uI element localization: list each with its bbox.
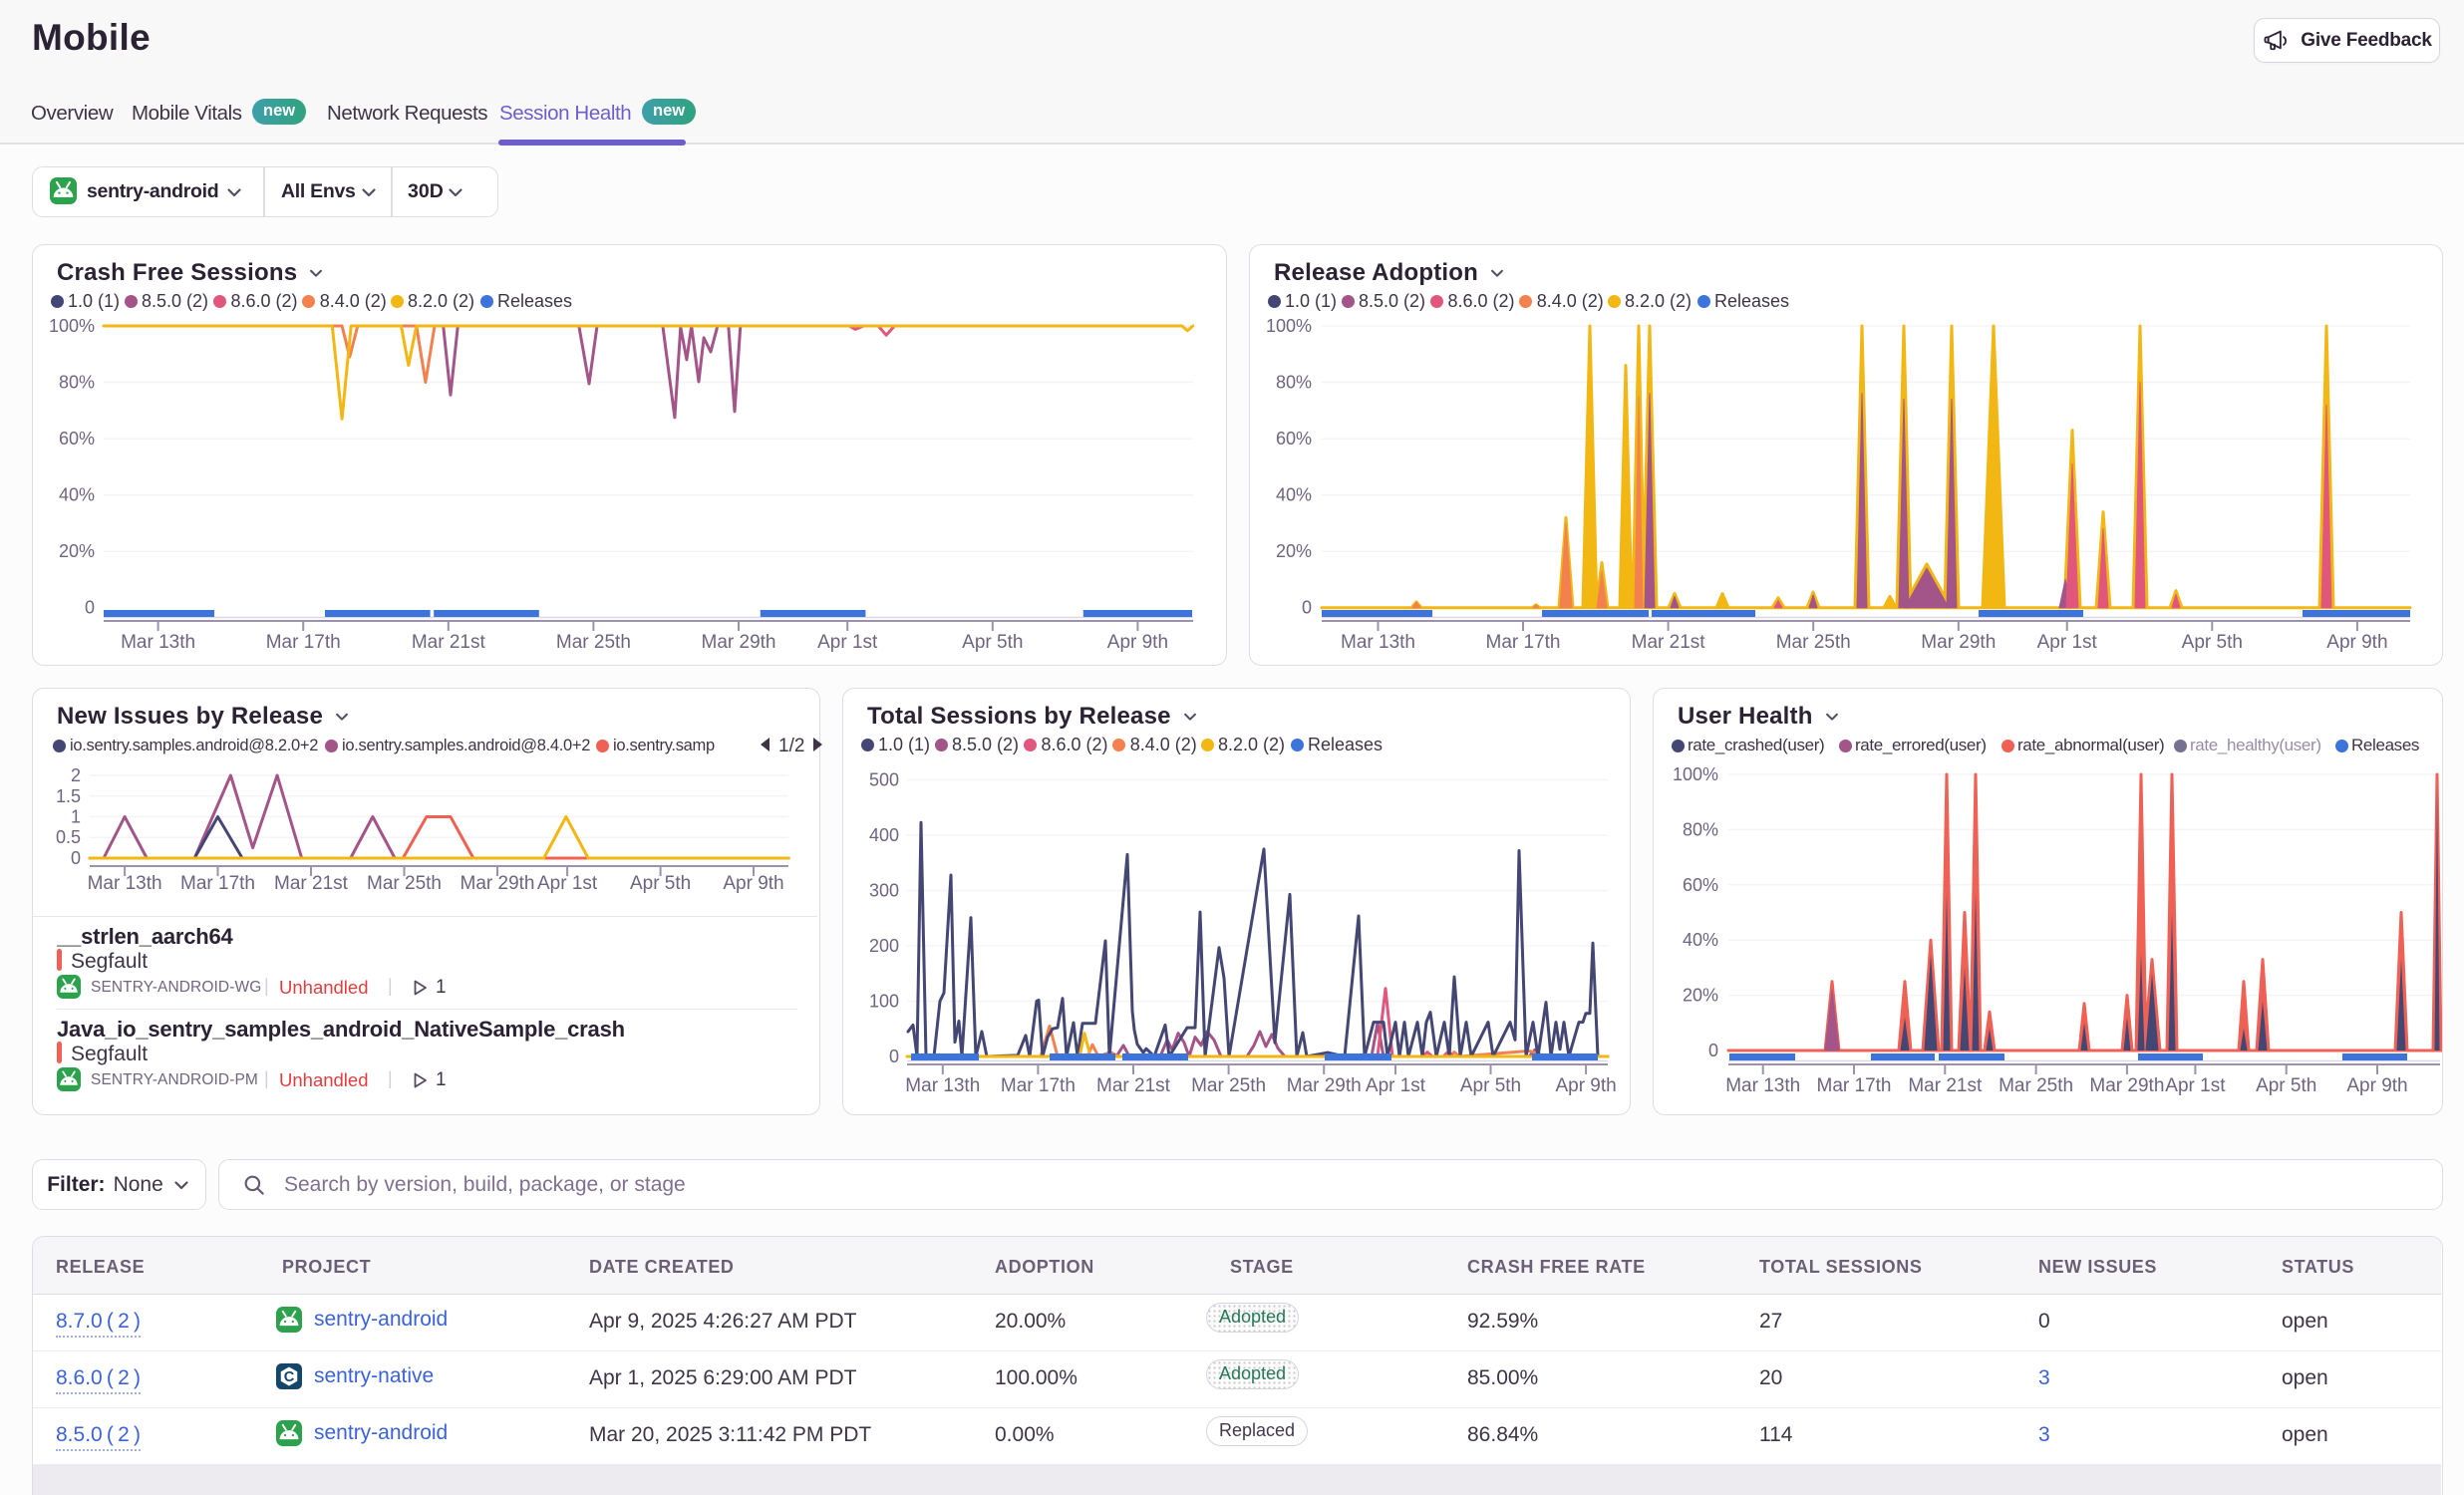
svg-text:Mar 25th: Mar 25th xyxy=(1191,1075,1266,1096)
svg-text:80%: 80% xyxy=(1276,373,1312,393)
svg-text:60%: 60% xyxy=(1683,875,1718,895)
svg-text:Apr 1st: Apr 1st xyxy=(2165,1075,2226,1096)
svg-text:Mar 29th: Mar 29th xyxy=(1921,632,1996,653)
svg-text:20%: 20% xyxy=(1276,541,1312,561)
svg-text:Apr 5th: Apr 5th xyxy=(962,632,1023,653)
svg-text:Mar 17th: Mar 17th xyxy=(180,873,255,894)
svg-text:500: 500 xyxy=(869,770,899,790)
svg-text:Apr 9th: Apr 9th xyxy=(723,873,783,894)
svg-text:100%: 100% xyxy=(1266,316,1312,336)
svg-text:Apr 9th: Apr 9th xyxy=(1107,632,1168,653)
svg-text:20%: 20% xyxy=(1683,986,1718,1006)
svg-text:Mar 29th: Mar 29th xyxy=(702,632,776,653)
svg-text:200: 200 xyxy=(869,936,899,956)
svg-text:0: 0 xyxy=(1302,598,1312,618)
svg-text:Apr 1st: Apr 1st xyxy=(537,873,598,894)
svg-text:0: 0 xyxy=(889,1046,899,1066)
svg-text:Mar 21st: Mar 21st xyxy=(1096,1075,1171,1096)
svg-text:Apr 9th: Apr 9th xyxy=(2326,632,2387,653)
svg-text:Mar 17th: Mar 17th xyxy=(266,632,341,653)
svg-text:Mar 21st: Mar 21st xyxy=(1632,632,1706,653)
svg-text:Mar 29th: Mar 29th xyxy=(2089,1075,2164,1096)
svg-text:Apr 5th: Apr 5th xyxy=(2182,632,2243,653)
svg-text:80%: 80% xyxy=(1683,819,1718,839)
svg-text:400: 400 xyxy=(869,825,899,845)
svg-text:40%: 40% xyxy=(1683,930,1718,950)
svg-text:60%: 60% xyxy=(59,429,95,448)
svg-text:Mar 25th: Mar 25th xyxy=(367,873,442,894)
svg-text:C: C xyxy=(284,1369,295,1385)
svg-text:Apr 5th: Apr 5th xyxy=(1460,1075,1521,1096)
svg-text:300: 300 xyxy=(869,881,899,901)
svg-text:Apr 5th: Apr 5th xyxy=(630,873,691,894)
svg-text:Mar 25th: Mar 25th xyxy=(556,632,631,653)
svg-text:80%: 80% xyxy=(59,373,95,393)
svg-text:1.5: 1.5 xyxy=(56,786,81,806)
svg-text:Mar 25th: Mar 25th xyxy=(1776,632,1851,653)
svg-text:Apr 1st: Apr 1st xyxy=(817,632,878,653)
svg-text:Mar 25th: Mar 25th xyxy=(1999,1075,2073,1096)
svg-text:Mar 17th: Mar 17th xyxy=(1001,1075,1076,1096)
svg-text:Mar 21st: Mar 21st xyxy=(1908,1075,1983,1096)
svg-text:40%: 40% xyxy=(59,485,95,505)
svg-text:100%: 100% xyxy=(1673,764,1718,784)
svg-text:100: 100 xyxy=(869,992,899,1012)
svg-text:Mar 13th: Mar 13th xyxy=(121,632,195,653)
svg-text:Mar 21st: Mar 21st xyxy=(274,873,349,894)
svg-text:Apr 9th: Apr 9th xyxy=(1555,1075,1616,1096)
svg-text:Mar 29th: Mar 29th xyxy=(1287,1075,1362,1096)
svg-text:0: 0 xyxy=(71,848,81,868)
svg-text:20%: 20% xyxy=(59,541,95,561)
svg-text:100%: 100% xyxy=(49,316,95,336)
svg-text:60%: 60% xyxy=(1276,429,1312,448)
svg-text:Mar 17th: Mar 17th xyxy=(1486,632,1561,653)
svg-text:Apr 5th: Apr 5th xyxy=(2256,1075,2316,1096)
svg-text:Mar 21st: Mar 21st xyxy=(412,632,486,653)
svg-text:40%: 40% xyxy=(1276,485,1312,505)
svg-text:Mar 29th: Mar 29th xyxy=(461,873,535,894)
svg-text:Mar 13th: Mar 13th xyxy=(905,1075,980,1096)
svg-text:0: 0 xyxy=(85,598,95,618)
svg-text:0.5: 0.5 xyxy=(56,827,81,847)
svg-text:Mar 17th: Mar 17th xyxy=(1817,1075,1892,1096)
svg-text:1: 1 xyxy=(71,807,81,827)
svg-text:Apr 1st: Apr 1st xyxy=(2037,632,2098,653)
svg-text:Apr 1st: Apr 1st xyxy=(1366,1075,1426,1096)
svg-text:0: 0 xyxy=(1708,1041,1718,1060)
svg-text:Mar 13th: Mar 13th xyxy=(1725,1075,1800,1096)
svg-text:2: 2 xyxy=(71,765,81,785)
svg-text:Mar 13th: Mar 13th xyxy=(1341,632,1415,653)
svg-text:Mar 13th: Mar 13th xyxy=(88,873,162,894)
svg-text:Apr 9th: Apr 9th xyxy=(2346,1075,2407,1096)
